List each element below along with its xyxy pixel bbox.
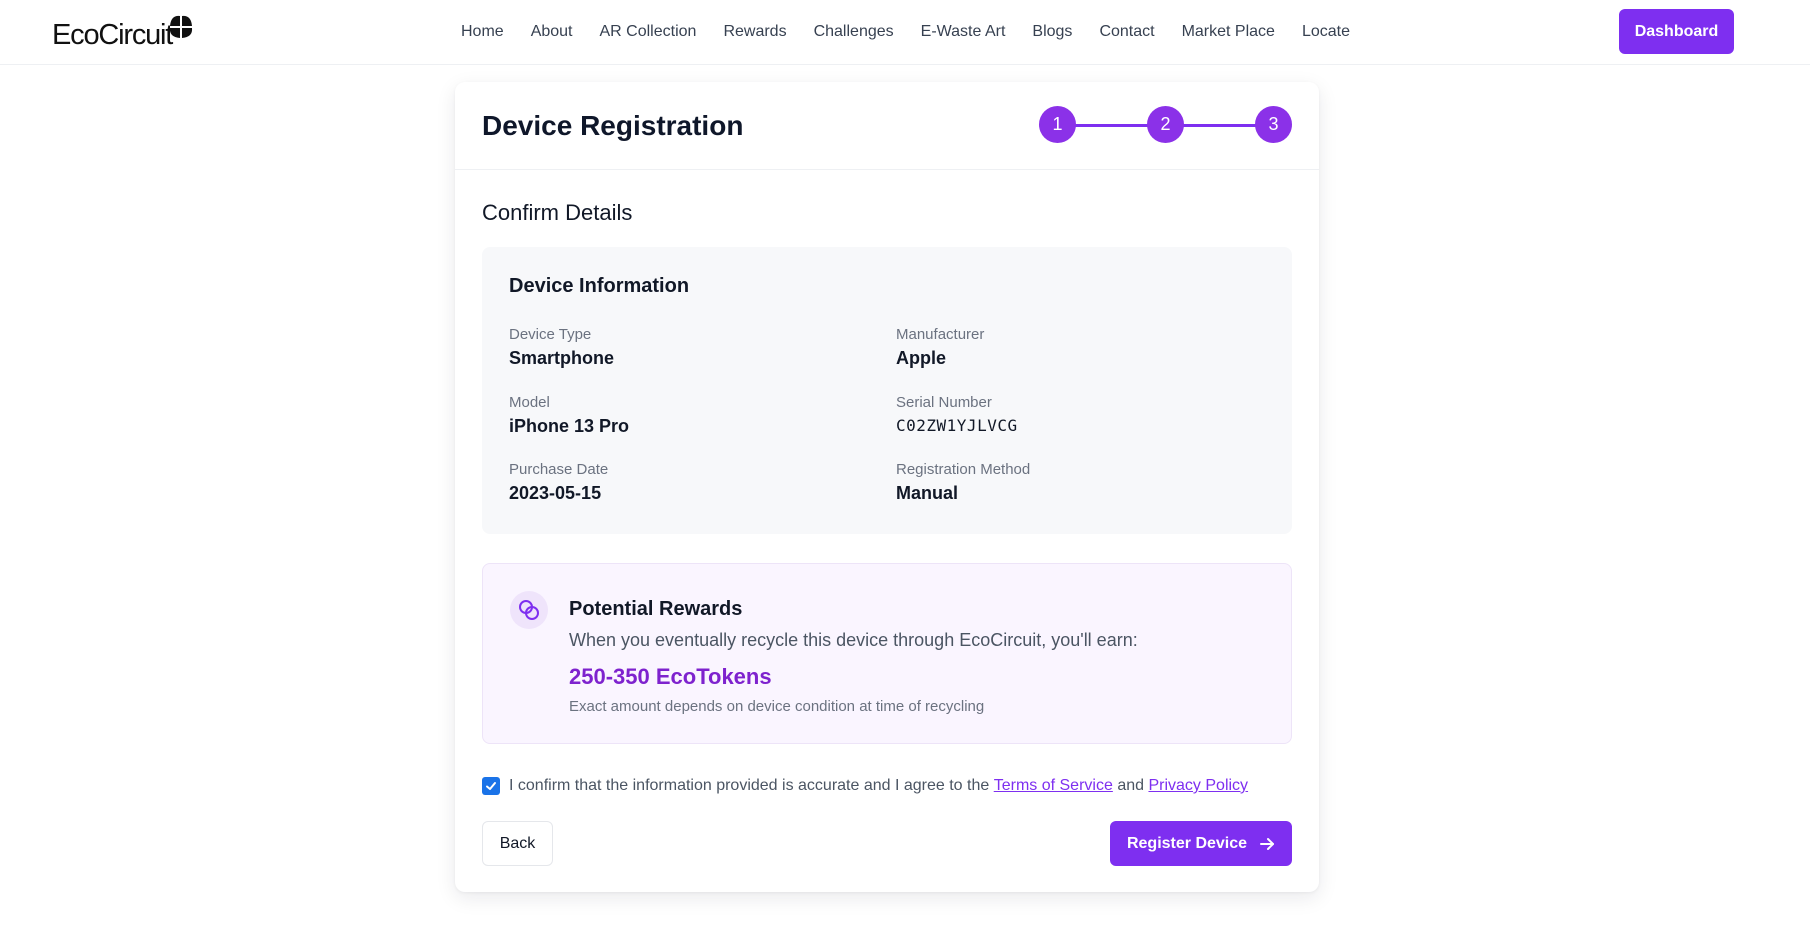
field-model: Model iPhone 13 Pro xyxy=(509,394,629,437)
nav-home[interactable]: Home xyxy=(461,23,504,41)
field-label: Model xyxy=(509,394,550,411)
field-label: Manufacturer xyxy=(896,326,985,343)
rewards-description: When you eventually recycle this device … xyxy=(569,630,1138,650)
field-registration-method: Registration Method Manual xyxy=(896,461,1030,504)
field-manufacturer: Manufacturer Apple xyxy=(896,326,984,369)
coins-icon xyxy=(510,591,548,629)
field-device-type: Device Type Smartphone xyxy=(509,326,614,369)
nav-rewards[interactable]: Rewards xyxy=(723,23,786,41)
rewards-note: Exact amount depends on device condition… xyxy=(569,698,985,715)
field-serial-number: Serial Number C02ZW1YJLVCG xyxy=(896,394,1018,435)
page-title: Device Registration xyxy=(482,110,744,141)
step-2: 2 xyxy=(1147,106,1184,143)
privacy-policy-link[interactable]: Privacy Policy xyxy=(1148,777,1248,795)
field-value: C02ZW1YJLVCG xyxy=(896,416,1018,435)
brand-logo[interactable]: EcoCircuit xyxy=(52,12,194,52)
nav-contact[interactable]: Contact xyxy=(1099,23,1154,41)
confirm-checkbox[interactable] xyxy=(482,777,500,795)
nav-blogs[interactable]: Blogs xyxy=(1032,23,1072,41)
step-3: 3 xyxy=(1255,106,1292,143)
nav-challenges[interactable]: Challenges xyxy=(814,23,894,41)
step-1: 1 xyxy=(1039,106,1076,143)
register-device-button[interactable]: Register Device xyxy=(1110,821,1292,866)
field-label: Serial Number xyxy=(896,394,992,411)
nav-ar-collection[interactable]: AR Collection xyxy=(600,23,697,41)
field-purchase-date: Purchase Date 2023-05-15 xyxy=(509,461,608,504)
arrow-right-icon xyxy=(1260,837,1275,850)
field-value: Apple xyxy=(896,348,947,368)
device-info-title: Device Information xyxy=(509,275,690,297)
rewards-title: Potential Rewards xyxy=(569,598,743,620)
step-connector xyxy=(1177,124,1263,127)
four-leaf-icon xyxy=(170,15,193,38)
card-header: Device Registration 1 2 3 xyxy=(455,82,1319,170)
top-navbar: EcoCircuit Home About AR Collection Rewa… xyxy=(0,0,1810,65)
device-info-panel: Device Information Device Type Smartphon… xyxy=(482,247,1292,534)
confirm-and-text: and xyxy=(1117,777,1145,794)
section-title: Confirm Details xyxy=(482,200,633,225)
nav-e-waste-art[interactable]: E-Waste Art xyxy=(921,23,1006,41)
field-value: iPhone 13 Pro xyxy=(509,416,630,436)
register-device-label: Register Device xyxy=(1126,834,1248,852)
confirm-agreement-row: I confirm that the information provided … xyxy=(482,774,1248,798)
terms-of-service-link[interactable]: Terms of Service xyxy=(994,777,1113,795)
field-label: Purchase Date xyxy=(509,461,609,478)
main-nav: Home About AR Collection Rewards Challen… xyxy=(461,0,1377,63)
field-value: 2023-05-15 xyxy=(509,483,602,503)
registration-card: Device Registration 1 2 3 Confirm Detail… xyxy=(455,82,1319,892)
rewards-amount: 250-350 EcoTokens xyxy=(569,664,772,689)
check-icon xyxy=(486,782,496,790)
field-label: Registration Method xyxy=(896,461,1031,478)
back-button[interactable]: Back xyxy=(482,821,553,866)
field-value: Smartphone xyxy=(509,348,615,368)
field-label: Device Type xyxy=(509,326,592,343)
progress-stepper: 1 2 3 xyxy=(1039,106,1293,144)
field-value: Manual xyxy=(896,483,959,503)
step-connector xyxy=(1069,124,1155,127)
brand-name: EcoCircuit xyxy=(52,19,173,51)
potential-rewards-panel: Potential Rewards When you eventually re… xyxy=(482,563,1292,744)
nav-locate[interactable]: Locate xyxy=(1302,23,1350,41)
confirm-text: I confirm that the information provided … xyxy=(509,777,990,794)
nav-about[interactable]: About xyxy=(531,23,573,41)
dashboard-button[interactable]: Dashboard xyxy=(1619,9,1734,54)
nav-market-place[interactable]: Market Place xyxy=(1182,23,1275,41)
